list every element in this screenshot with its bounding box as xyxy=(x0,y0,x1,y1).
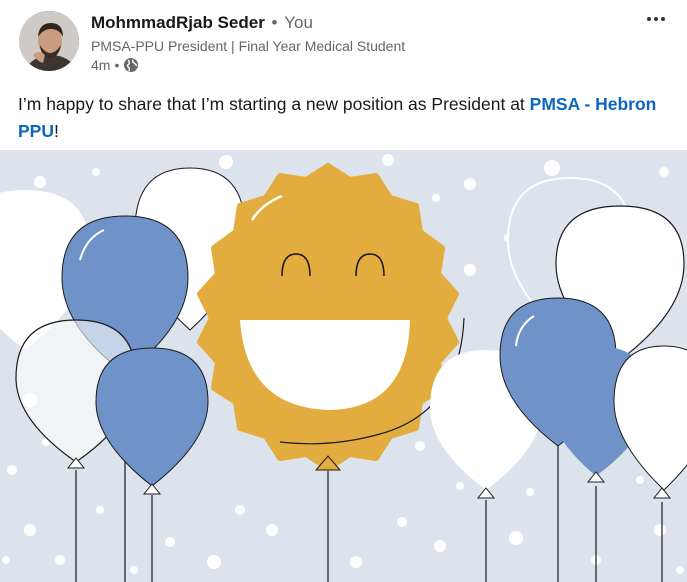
post-time: 4m xyxy=(91,57,111,73)
relation-label: You xyxy=(284,13,313,32)
post-text-after: ! xyxy=(53,121,59,141)
author-name-line[interactable]: MohmmadRjab Seder • You xyxy=(91,13,313,33)
post-meta: 4m • xyxy=(91,57,139,73)
author-name[interactable]: MohmmadRjab Seder xyxy=(91,13,265,32)
avatar-photo xyxy=(19,11,79,71)
post-text-before: I’m happy to share that I’m starting a n… xyxy=(18,94,530,114)
post-header: MohmmadRjab Seder • You PMSA-PPU Preside… xyxy=(0,0,687,80)
feed-post: MohmmadRjab Seder • You PMSA-PPU Preside… xyxy=(0,0,687,582)
balloons-smiley-illustration xyxy=(0,150,687,582)
meta-separator: • xyxy=(114,57,120,73)
author-avatar[interactable] xyxy=(19,11,79,71)
more-horizontal-icon xyxy=(647,17,665,21)
post-text: I’m happy to share that I’m starting a n… xyxy=(18,91,668,145)
author-headline: PMSA-PPU President | Final Year Medical … xyxy=(91,38,406,54)
celebration-image[interactable] xyxy=(0,150,687,582)
globe-icon xyxy=(123,57,139,73)
name-separator: • xyxy=(271,13,278,32)
more-options-button[interactable] xyxy=(642,8,670,30)
